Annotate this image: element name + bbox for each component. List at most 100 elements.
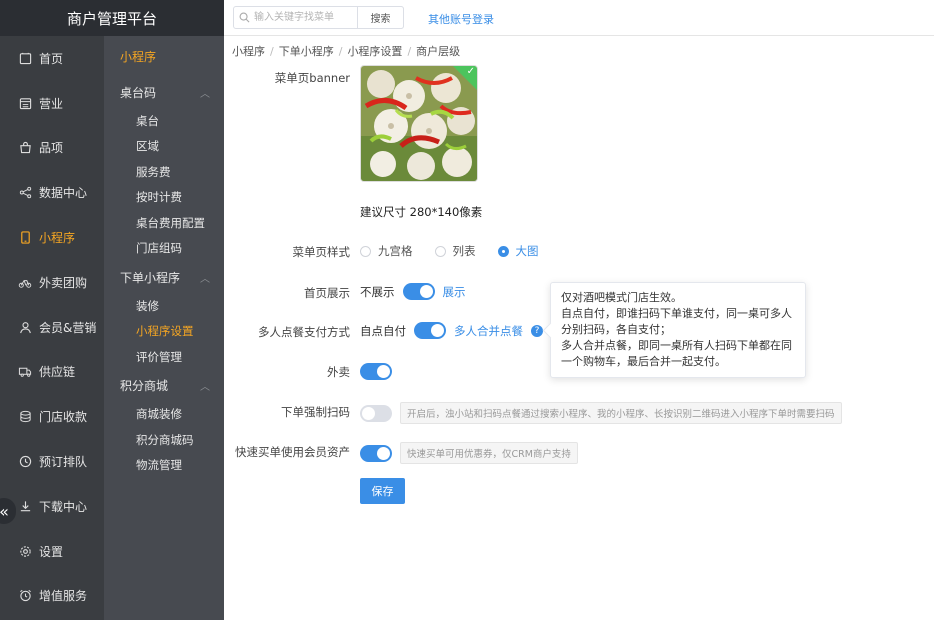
nav-item-label: 首页 bbox=[39, 51, 64, 66]
bag-icon bbox=[18, 141, 32, 155]
radio-dot[interactable] bbox=[360, 245, 371, 257]
submenu-item-logistics[interactable]: 物流管理 bbox=[104, 453, 224, 479]
submenu-item-tables[interactable]: 桌台 bbox=[104, 108, 224, 134]
top-bar: 搜索 其他账号登录 bbox=[224, 0, 934, 36]
nav-item-label: 设置 bbox=[39, 544, 64, 559]
breadcrumb: 小程序 / 下单小程序 / 小程序设置 / 商户层级 bbox=[232, 43, 460, 59]
home-display-switch[interactable] bbox=[402, 283, 435, 300]
chevron-up-icon: ︿ bbox=[200, 273, 210, 285]
submenu-item-store-group-code[interactable]: 门店组码 bbox=[104, 236, 224, 262]
main-content: 小程序 / 下单小程序 / 小程序设置 / 商户层级 菜单页banner ✓ 建… bbox=[224, 37, 934, 620]
nav-item-reservation[interactable]: 预订排队 bbox=[0, 439, 104, 484]
submenu-group-table-code[interactable]: 桌台码 ︿ bbox=[104, 76, 224, 108]
radio-large-image[interactable]: 大图 bbox=[497, 243, 539, 259]
nav-item-label: 预订排队 bbox=[39, 455, 88, 470]
multi-pay-label: 多人点餐支付方式 bbox=[258, 325, 350, 339]
nav-item-label: 营业 bbox=[39, 96, 64, 111]
radio-list[interactable]: 列表 bbox=[434, 243, 476, 259]
home-display-row: 不展示 展示 bbox=[360, 283, 466, 300]
submenu-item-areas[interactable]: 区域 bbox=[104, 134, 224, 160]
banner-size-tip: 建议尺寸 280*140像素 bbox=[360, 205, 483, 219]
nav-item-store-payment[interactable]: 门店收款 bbox=[0, 394, 104, 439]
chevron-up-icon: ︿ bbox=[200, 382, 210, 393]
nav-item-supply-chain[interactable]: 供应链 bbox=[0, 350, 104, 395]
multi-pay-row: 自点自付 多人合并点餐 ? bbox=[360, 322, 543, 339]
nav-item-business[interactable]: 营业 bbox=[0, 81, 104, 126]
force-scan-switch[interactable] bbox=[360, 404, 392, 422]
submenu-item-table-fee-config[interactable]: 桌台费用配置 bbox=[104, 210, 224, 236]
user-icon bbox=[18, 320, 32, 334]
gear-icon bbox=[18, 544, 32, 558]
submenu-group-label: 积分商城 bbox=[120, 379, 169, 393]
save-button[interactable]: 保存 bbox=[360, 478, 405, 504]
nav-item-products[interactable]: 品项 bbox=[0, 126, 104, 171]
tooltip-line: 多人合并点餐，即同一桌所有人扫码下单都在同一个购物车，最后合并一起支付。 bbox=[561, 339, 792, 368]
nav-item-miniprogram[interactable]: 小程序 bbox=[0, 215, 104, 260]
search-button[interactable]: 搜索 bbox=[357, 6, 404, 29]
tooltip-line: 仅对酒吧模式门店生效。 bbox=[561, 291, 682, 304]
nav-item-settings[interactable]: 设置 bbox=[0, 529, 104, 574]
nav-item-label: 会员&营销 bbox=[39, 320, 97, 335]
secondary-menu: 小程序 桌台码 ︿ 桌台 区域 服务费 按时计费 桌台费用配置 门店组码 下单小… bbox=[104, 36, 224, 620]
breadcrumb-item[interactable]: 下单小程序 bbox=[279, 45, 334, 58]
search-input[interactable] bbox=[254, 7, 354, 28]
submenu-item-mall-decoration[interactable]: 商城装修 bbox=[104, 402, 224, 428]
alarm-icon bbox=[18, 589, 32, 603]
download-icon bbox=[18, 499, 32, 513]
coins-icon bbox=[18, 410, 32, 424]
chevron-up-icon: ︿ bbox=[200, 88, 210, 100]
nav-item-label: 门店收款 bbox=[39, 410, 88, 425]
nav-item-label: 下载中心 bbox=[39, 499, 88, 514]
radio-dot[interactable] bbox=[497, 245, 509, 257]
multi-pay-on-text: 多人合并点餐 bbox=[454, 323, 523, 338]
submenu-group-points-mall[interactable]: 积分商城 ︿ bbox=[104, 370, 224, 402]
nav-item-member[interactable]: 会员&营销 bbox=[0, 305, 104, 350]
search-icon bbox=[234, 12, 254, 23]
submenu-group-label: 下单小程序 bbox=[120, 270, 181, 285]
nav-item-home[interactable]: 首页 bbox=[0, 36, 104, 81]
radio-label: 列表 bbox=[452, 244, 476, 258]
submenu-group-label: 桌台码 bbox=[120, 85, 157, 100]
breadcrumb-item[interactable]: 小程序设置 bbox=[347, 45, 402, 58]
multi-pay-switch[interactable] bbox=[414, 322, 446, 339]
radio-label: 九宫格 bbox=[378, 244, 413, 258]
breadcrumb-separator: / bbox=[270, 45, 274, 58]
force-scan-label: 下单强制扫码 bbox=[281, 405, 350, 419]
nav-item-label: 增值服务 bbox=[39, 589, 88, 604]
nav-item-takeout[interactable]: 外卖团购 bbox=[0, 260, 104, 305]
other-account-login-link[interactable]: 其他账号登录 bbox=[428, 11, 494, 27]
takeout-switch[interactable] bbox=[360, 363, 392, 380]
member-assets-label: 快速买单使用会员资产 bbox=[235, 445, 350, 459]
mobile-icon bbox=[18, 231, 32, 245]
force-scan-row: 开启后，浊小站和扫码点餐通过搜索小程序、我的小程序、长按识别二维码进入小程序下单… bbox=[360, 402, 842, 424]
member-assets-row: 快速买单可用优惠券，仅CRM商户支持 bbox=[360, 442, 578, 464]
menu-style-label: 菜单页样式 bbox=[292, 245, 351, 259]
force-scan-hint: 开启后，浊小站和扫码点餐通过搜索小程序、我的小程序、长按识别二维码进入小程序下单… bbox=[400, 402, 842, 424]
nav-item-data-center[interactable]: 数据中心 bbox=[0, 170, 104, 215]
multi-pay-off-text: 自点自付 bbox=[360, 323, 406, 338]
submenu-item-service-fee[interactable]: 服务费 bbox=[104, 159, 224, 185]
home-display-label: 首页展示 bbox=[304, 286, 350, 300]
multi-pay-tooltip: 仅对酒吧模式门店生效。 自点自付，即谁扫码下单谁支付，同一桌可多人分别扫码，各自… bbox=[550, 282, 806, 378]
home-display-on-text: 展示 bbox=[442, 284, 466, 299]
submenu-title: 小程序 bbox=[120, 49, 157, 64]
radio-dot[interactable] bbox=[434, 245, 446, 257]
submenu-item-mall-code[interactable]: 积分商城码 bbox=[104, 427, 224, 453]
home-icon bbox=[18, 51, 32, 65]
submenu-item-decoration[interactable]: 装修 bbox=[104, 293, 224, 319]
truck-icon bbox=[18, 365, 32, 379]
check-icon: ✓ bbox=[466, 66, 475, 77]
nav-item-value-added[interactable]: 增值服务 bbox=[0, 574, 104, 619]
submenu-group-order-miniprogram[interactable]: 下单小程序 ︿ bbox=[104, 261, 224, 293]
submenu-item-timed-billing[interactable]: 按时计费 bbox=[104, 185, 224, 211]
submenu-item-miniprogram-settings[interactable]: 小程序设置 bbox=[104, 319, 224, 345]
banner-image[interactable]: ✓ bbox=[360, 65, 478, 182]
help-icon[interactable]: ? bbox=[531, 324, 543, 337]
breadcrumb-item[interactable]: 小程序 bbox=[232, 45, 265, 58]
member-assets-switch[interactable] bbox=[360, 444, 392, 462]
nav-item-label: 品项 bbox=[39, 141, 64, 156]
radio-grid[interactable]: 九宫格 bbox=[360, 243, 413, 259]
submenu-item-reviews[interactable]: 评价管理 bbox=[104, 344, 224, 370]
share-icon bbox=[18, 186, 32, 200]
nav-item-label: 外卖团购 bbox=[39, 275, 88, 290]
